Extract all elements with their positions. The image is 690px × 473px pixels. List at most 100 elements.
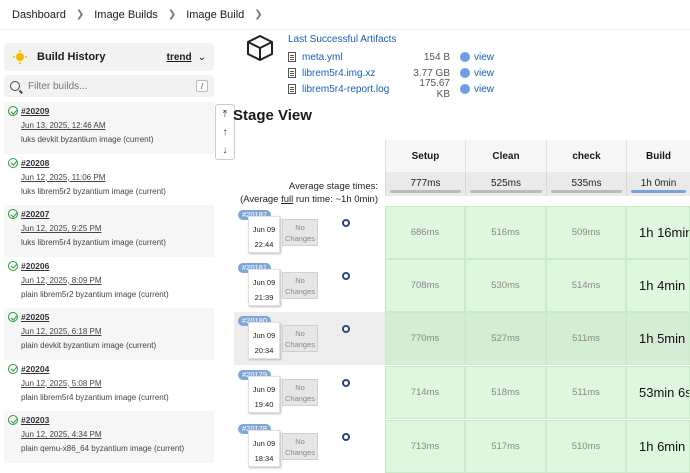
chevron-down-icon[interactable]: ⌄ — [198, 52, 206, 63]
stage-cell[interactable]: 518ms — [465, 366, 546, 419]
build-number[interactable]: #20208 — [21, 158, 49, 168]
avg-progress-bar — [470, 190, 542, 193]
build-date[interactable]: Jun 12, 2025, 8:09 PM — [21, 276, 210, 285]
breadcrumb-dashboard[interactable]: Dashboard — [12, 9, 66, 21]
build-date[interactable]: Jun 12, 2025, 5:08 PM — [21, 379, 210, 388]
build-list-item[interactable]: #20206 Jun 12, 2025, 8:09 PM plain libre… — [4, 257, 214, 309]
scroll-top-icon[interactable]: ⤒ — [216, 105, 234, 123]
build-description: luks devkit byzantium image (current) — [21, 135, 154, 144]
artifact-view-link[interactable]: view — [474, 84, 494, 95]
filter-builds-input[interactable]: Filter builds... / — [4, 75, 214, 97]
stage-cell[interactable]: 527ms — [465, 312, 546, 365]
search-icon — [10, 81, 20, 91]
fingerprint-icon[interactable] — [460, 68, 470, 78]
build-date[interactable]: Jun 12, 2025, 4:34 PM — [21, 430, 210, 439]
artifact-list: meta.yml 154 B view librem5r4.img.xz 3.7… — [288, 49, 494, 100]
artifact-size: 175.67 KB — [419, 78, 450, 100]
build-number[interactable]: #20206 — [21, 261, 49, 271]
build-number[interactable]: #20209 — [21, 106, 49, 116]
fingerprint-icon[interactable] — [460, 52, 470, 62]
package-box-icon — [247, 35, 273, 61]
stage-cell[interactable]: 713ms — [385, 420, 465, 473]
no-changes-box: No Changes — [282, 325, 318, 352]
run-day: Jun 09 — [252, 439, 276, 448]
breadcrumb: Dashboard ❯ Image Builds ❯ Image Build ❯ — [0, 0, 690, 30]
artifact-name-link[interactable]: librem5r4.img.xz — [302, 68, 412, 79]
stage-cell[interactable]: 708ms — [385, 259, 465, 312]
last-successful-artifacts-link[interactable]: Last Successful Artifacts — [288, 34, 396, 45]
artifact-name-link[interactable]: librem5r4-report.log — [302, 84, 412, 95]
no-changes-box: No Changes — [282, 379, 318, 406]
success-check-icon — [8, 209, 18, 219]
success-check-icon — [8, 260, 18, 271]
run-day: Jun 09 — [252, 225, 276, 234]
stage-cell[interactable]: 530ms — [465, 259, 546, 312]
build-list-item[interactable]: #20207 Jun 12, 2025, 9:25 PM luks librem… — [4, 205, 214, 257]
artifact-name-link[interactable]: meta.yml — [302, 52, 412, 63]
stage-cell[interactable]: 514ms — [546, 259, 626, 312]
stage-cell[interactable]: 517ms — [465, 420, 546, 473]
stage-avg-value: 777ms — [410, 178, 441, 189]
build-list-item[interactable]: #20203 Jun 12, 2025, 4:34 PM plain qemu-… — [4, 411, 214, 463]
stage-cell[interactable]: 1h 5min — [626, 312, 690, 365]
average-stage-times-label: Average stage times: (Average full run t… — [236, 180, 378, 206]
build-date[interactable]: Jun 12, 2025, 6:18 PM — [21, 327, 210, 336]
stage-cell[interactable]: 1h 4min — [626, 259, 690, 312]
info-icon[interactable] — [342, 219, 350, 227]
chevron-right-icon[interactable]: ❯ — [254, 9, 262, 20]
fingerprint-icon[interactable] — [460, 84, 470, 94]
stage-cell[interactable]: 714ms — [385, 366, 465, 419]
file-icon — [288, 68, 296, 78]
build-list-item[interactable]: #20208 Jun 12, 2025, 11:06 PM luks libre… — [4, 154, 214, 206]
stage-cell[interactable]: 516ms — [465, 206, 546, 259]
stage-scroll-controls: ⤒ ↑ ↓ — [215, 104, 235, 160]
avg-progress-bar — [631, 190, 686, 193]
run-day: Jun 09 — [252, 278, 276, 287]
stage-cell[interactable]: 511ms — [546, 312, 626, 365]
success-check-icon — [8, 415, 18, 425]
build-list-item[interactable]: #20205 Jun 12, 2025, 6:18 PM plain devki… — [4, 308, 214, 360]
artifact-view-link[interactable]: view — [474, 52, 494, 63]
build-list-item[interactable]: #20204 Jun 12, 2025, 5:08 PM plain libre… — [4, 360, 214, 412]
build-description: plain librem5r4 byzantium image (current… — [21, 392, 169, 402]
info-icon[interactable] — [342, 379, 350, 387]
stage-cell[interactable]: 509ms — [546, 206, 626, 259]
trend-link[interactable]: trend — [167, 52, 192, 63]
arrow-down-icon[interactable]: ↓ — [216, 141, 234, 159]
build-history-header: Build History trend ⌄ — [4, 43, 214, 71]
stage-cell[interactable]: 1h 16min — [626, 206, 690, 259]
full-run-link[interactable]: full — [281, 194, 293, 205]
stage-cell[interactable]: 53min 6s — [626, 366, 690, 419]
build-description: luks librem5r2 byzantium image (current) — [21, 186, 166, 196]
stage-cell[interactable]: 510ms — [546, 420, 626, 473]
average-run-suffix: run time: ~1h 0min) — [293, 194, 378, 205]
build-list-item[interactable]: #20209 Jun 13, 2025, 12:46 AM luks devki… — [4, 102, 214, 154]
stage-cell[interactable]: 770ms — [385, 312, 465, 365]
artifact-view-link[interactable]: view — [474, 68, 494, 79]
info-icon[interactable] — [342, 433, 350, 441]
build-number[interactable]: #20205 — [21, 312, 49, 322]
arrow-up-icon[interactable]: ↑ — [216, 123, 234, 141]
stage-cell[interactable]: 686ms — [385, 206, 465, 259]
breadcrumb-image-builds[interactable]: Image Builds — [94, 9, 158, 21]
stage-header-build: Build — [626, 140, 690, 172]
info-icon[interactable] — [342, 272, 350, 280]
build-number[interactable]: #20207 — [21, 209, 49, 219]
build-number[interactable]: #20203 — [21, 415, 49, 425]
stage-avg-clean: 525ms — [465, 172, 546, 196]
stage-cell[interactable]: 1h 6min — [626, 420, 690, 473]
build-date[interactable]: Jun 12, 2025, 9:25 PM — [21, 224, 210, 233]
run-time: 21:39 — [254, 293, 274, 302]
info-icon[interactable] — [342, 325, 350, 333]
file-icon — [288, 84, 296, 94]
artifact-row: librem5r4.img.xz 3.77 GB view — [288, 65, 494, 81]
build-number[interactable]: #20204 — [21, 364, 49, 374]
build-date[interactable]: Jun 13, 2025, 12:46 AM — [21, 121, 210, 130]
build-history-title: Build History — [37, 51, 106, 63]
average-run-prefix: (Average — [240, 194, 282, 205]
stage-cell[interactable]: 511ms — [546, 366, 626, 419]
stage-avg-value: 1h 0min — [640, 178, 677, 189]
breadcrumb-image-build[interactable]: Image Build — [186, 9, 244, 21]
build-date[interactable]: Jun 12, 2025, 11:06 PM — [21, 173, 210, 182]
sun-icon — [12, 49, 28, 65]
